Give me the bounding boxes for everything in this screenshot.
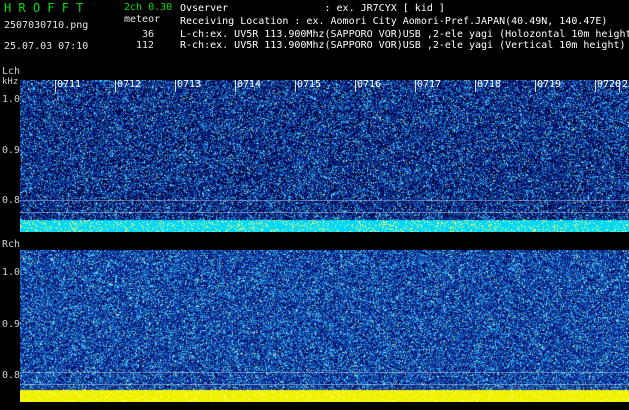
lch-reference-line bbox=[20, 200, 629, 201]
time-tick: 0719 bbox=[537, 79, 562, 90]
time-marker bbox=[55, 80, 56, 92]
time-marker bbox=[595, 80, 596, 92]
location-info: Receiving Location : ex. Aomori City Aom… bbox=[180, 16, 608, 27]
time-tick: 0716 bbox=[357, 79, 382, 90]
meteor-label: meteor bbox=[124, 14, 161, 25]
time-tick: 0717 bbox=[417, 79, 442, 90]
lch-ytick-1-0: 1.0 bbox=[2, 94, 21, 105]
time-tick: 0718 bbox=[477, 79, 502, 90]
lch-info: L-ch:ex. UV5R 113.900Mhz(SAPPORO VOR)USB… bbox=[180, 29, 629, 40]
rch-waterfall bbox=[20, 250, 629, 402]
lch-ytick-0-9: 0.9 bbox=[2, 145, 21, 156]
mode-label: 2ch 0.30 bbox=[124, 2, 173, 13]
time-marker bbox=[355, 80, 356, 92]
rch-ytick-0-8: 0.8 bbox=[2, 370, 21, 381]
time-marker bbox=[235, 80, 236, 92]
rch-label: Rch bbox=[2, 239, 21, 250]
time-tick: 0712 bbox=[117, 79, 142, 90]
time-tick: 0711 bbox=[57, 79, 82, 90]
time-marker bbox=[535, 80, 536, 92]
rch-info: R-ch:ex. UV5R 113.900Mhz(SAPPORO VOR)USB… bbox=[180, 40, 626, 51]
time-marker bbox=[295, 80, 296, 92]
lch-waterfall bbox=[20, 80, 629, 232]
time-tick: 2 bbox=[622, 79, 629, 90]
time-marker bbox=[619, 80, 620, 92]
lch-ytick-0-8: 0.8 bbox=[2, 195, 21, 206]
lch-reference-line bbox=[20, 212, 629, 213]
time-tick: 0714 bbox=[237, 79, 262, 90]
lch-meteor-count: 36 bbox=[141, 29, 154, 40]
rch-meteor-count: 112 bbox=[135, 40, 154, 51]
observer-info: Ovserver : ex. JR7CYX [ kid ] bbox=[180, 3, 445, 14]
rch-reference-line bbox=[20, 384, 629, 385]
time-tick: 0720 bbox=[597, 79, 622, 90]
rch-ytick-0-9: 0.9 bbox=[2, 319, 21, 330]
rch-reference-line bbox=[20, 372, 629, 373]
time-tick: 0715 bbox=[297, 79, 322, 90]
time-tick: 0713 bbox=[177, 79, 202, 90]
time-marker bbox=[415, 80, 416, 92]
time-marker bbox=[475, 80, 476, 92]
datetime-label: 25.07.03 07:10 bbox=[4, 41, 89, 52]
filename-label: 2507030710.png bbox=[4, 20, 89, 31]
app-title: HROFFT bbox=[4, 1, 91, 15]
time-marker bbox=[115, 80, 116, 92]
lch-unit-label: kHz bbox=[2, 77, 19, 87]
time-marker bbox=[175, 80, 176, 92]
lch-label: Lch bbox=[2, 66, 21, 77]
rch-ytick-1-0: 1.0 bbox=[2, 267, 21, 278]
